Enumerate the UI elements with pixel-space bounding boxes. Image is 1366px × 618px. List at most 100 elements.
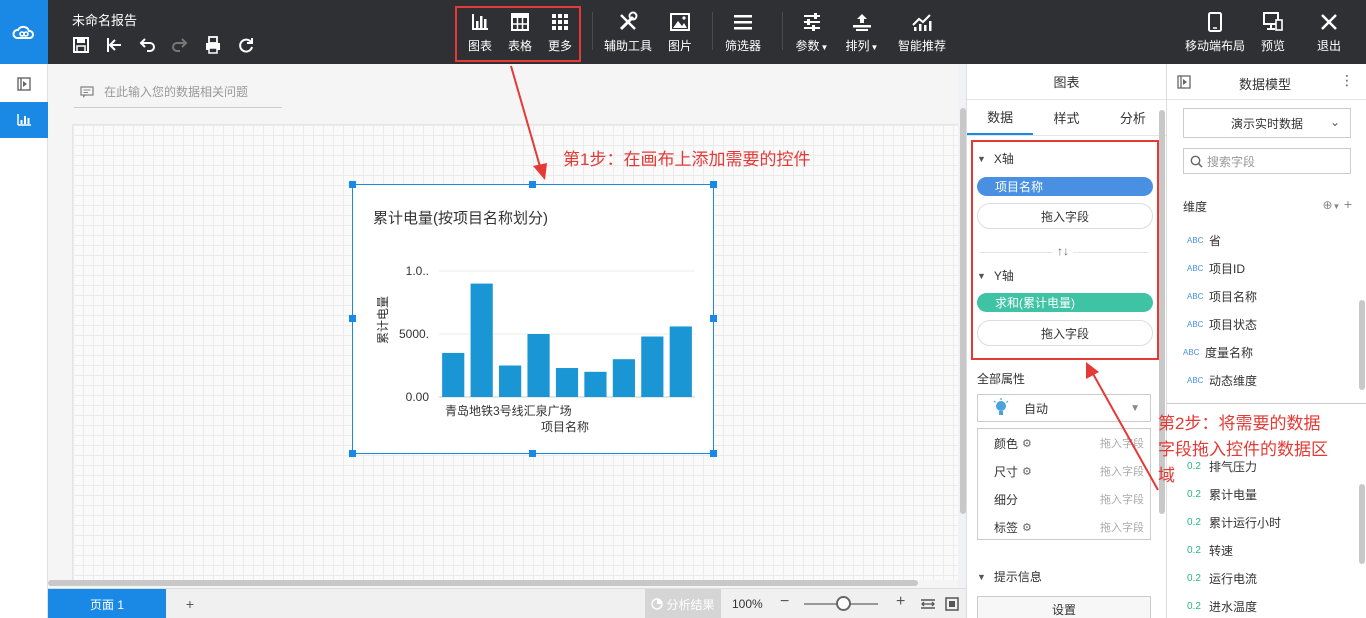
- add-icon[interactable]: +: [1344, 196, 1352, 212]
- bar: [555, 368, 579, 397]
- detail-drop-row[interactable]: 细分 拖入字段: [978, 485, 1152, 513]
- page-tab-1[interactable]: 页面 1: [48, 589, 166, 618]
- x-tick-label: 青岛地铁3号线汇泉广场: [445, 403, 572, 418]
- chevron-down-icon: ▼: [977, 270, 986, 281]
- resize-handle[interactable]: [710, 315, 717, 322]
- insert-more-button[interactable]: 更多: [546, 10, 574, 56]
- analysis-result-button[interactable]: 分析结果: [645, 589, 721, 618]
- field-item[interactable]: ABC 项目状态: [1187, 314, 1257, 334]
- resize-handle[interactable]: [710, 450, 717, 457]
- toolbar-separator: [592, 12, 593, 50]
- app-logo[interactable]: [0, 0, 48, 64]
- mobile-layout-button[interactable]: 移动端布局: [1184, 10, 1246, 56]
- field-item[interactable]: ABC 项目ID: [1187, 258, 1245, 278]
- gear-icon[interactable]: ⚙: [1022, 521, 1032, 534]
- zoom-in-button[interactable]: +: [896, 593, 905, 611]
- charts-sidebar-button[interactable]: [0, 102, 48, 138]
- panel-splitter[interactable]: [1167, 403, 1366, 404]
- refresh-icon[interactable]: [235, 34, 257, 56]
- resize-handle[interactable]: [529, 450, 536, 457]
- y-tick-label: 0.00: [406, 390, 430, 404]
- dataset-select[interactable]: 演示实时数据 ⌄: [1183, 108, 1351, 138]
- horizontal-scrollbar[interactable]: [48, 580, 918, 586]
- print-icon[interactable]: [202, 34, 224, 56]
- exit-button[interactable]: 退出: [1316, 10, 1342, 56]
- insert-table-button[interactable]: 表格: [506, 10, 534, 56]
- x-axis-drop-zone[interactable]: 拖入字段: [977, 203, 1153, 229]
- toggle-panel-button[interactable]: [0, 66, 48, 102]
- resize-handle[interactable]: [529, 181, 536, 188]
- mark-type-select[interactable]: 自动 ▼: [977, 394, 1151, 422]
- zoom-slider-handle[interactable]: [836, 596, 851, 611]
- page-bar: 页面 1 + 分析结果 100% − +: [48, 588, 966, 618]
- x-axis-section[interactable]: ▼ X轴: [977, 150, 1014, 167]
- field-item[interactable]: 0.2 转速: [1187, 540, 1233, 560]
- y-axis-section[interactable]: ▼ Y轴: [977, 267, 1014, 284]
- smart-recommend-button[interactable]: 智能推荐: [897, 10, 947, 56]
- dimension-tools[interactable]: ⊕▼ +: [1322, 196, 1352, 212]
- chart-widget[interactable]: 累计电量(按项目名称划分) 0.00 5000. 1.0.. 青岛地铁3号线汇泉广场项…: [352, 184, 714, 454]
- resize-handle[interactable]: [349, 450, 356, 457]
- resize-handle[interactable]: [349, 315, 356, 322]
- bar: [669, 326, 692, 397]
- tab-analysis[interactable]: 分析: [1100, 100, 1166, 135]
- tab-data[interactable]: 数据: [967, 100, 1034, 135]
- zoom-out-button[interactable]: −: [780, 593, 789, 611]
- fit-width-icon[interactable]: [920, 596, 936, 612]
- message-icon: [80, 85, 94, 98]
- data-model-title: 数据模型: [1239, 77, 1292, 92]
- panel-toggle-icon: [17, 77, 31, 91]
- bar: [584, 371, 607, 397]
- field-item[interactable]: ABC 动态维度: [1187, 370, 1257, 390]
- gear-icon[interactable]: ⚙: [1022, 437, 1032, 450]
- report-title[interactable]: 未命名报告: [72, 10, 137, 29]
- field-item[interactable]: 0.2 进水温度: [1187, 596, 1257, 616]
- resize-handle[interactable]: [710, 181, 717, 188]
- close-icon: [1320, 10, 1338, 34]
- undo-icon[interactable]: [136, 34, 158, 56]
- x-axis-label: 项目名称: [541, 419, 589, 434]
- label-drop-row[interactable]: 标签 ⚙ 拖入字段: [978, 513, 1152, 541]
- grid-icon: [551, 10, 569, 34]
- preview-button[interactable]: 预览: [1260, 10, 1286, 56]
- y-axis-drop-zone[interactable]: 拖入字段: [977, 320, 1153, 346]
- globe-icon[interactable]: ⊕: [1322, 198, 1332, 212]
- x-axis-field-pill[interactable]: 项目名称: [977, 177, 1153, 196]
- field-search-input[interactable]: 搜索字段: [1183, 148, 1351, 174]
- field-item[interactable]: ABC 度量名称: [1183, 342, 1253, 362]
- filter-button[interactable]: 筛选器: [724, 10, 762, 56]
- tooltip-section[interactable]: ▼ 提示信息: [977, 568, 1042, 585]
- more-options-icon[interactable]: ⋮: [1340, 72, 1354, 89]
- tools-icon: [617, 10, 639, 34]
- chevron-down-icon: ▼: [1130, 402, 1140, 414]
- chevron-down-icon[interactable]: ▼: [1333, 202, 1341, 211]
- dimension-scrollbar[interactable]: [1359, 300, 1365, 390]
- save-icon[interactable]: [70, 34, 92, 56]
- field-item[interactable]: 0.2 运行电流: [1187, 568, 1257, 588]
- image-button[interactable]: 图片: [666, 10, 694, 56]
- file-tools: [70, 34, 257, 56]
- redo-icon[interactable]: [169, 34, 191, 56]
- assist-tools-button[interactable]: 辅助工具: [603, 10, 653, 56]
- exit-edit-icon[interactable]: [103, 34, 125, 56]
- add-page-button[interactable]: +: [178, 589, 202, 618]
- question-input[interactable]: 在此输入您的数据相关问题: [74, 76, 282, 108]
- params-button[interactable]: 参数▼: [794, 10, 830, 56]
- resize-handle[interactable]: [349, 181, 356, 188]
- insert-chart-button[interactable]: 图表: [466, 10, 494, 56]
- gear-icon[interactable]: ⚙: [1022, 465, 1032, 478]
- y-axis-field-pill[interactable]: 求和(累计电量): [977, 293, 1153, 312]
- field-item[interactable]: 0.2 累计运行小时: [1187, 512, 1281, 532]
- tab-style[interactable]: 样式: [1033, 100, 1099, 135]
- fit-screen-icon[interactable]: [944, 596, 960, 612]
- field-item[interactable]: ABC 项目名称: [1187, 286, 1257, 306]
- collapse-panel-icon[interactable]: [1177, 75, 1191, 89]
- tooltip-settings-button[interactable]: 设置: [977, 596, 1151, 618]
- field-item[interactable]: ABC 省: [1187, 230, 1221, 250]
- swap-axes-button[interactable]: ↑↓: [1053, 244, 1073, 258]
- top-toolbar: 未命名报告 图表 表格 更多 辅助工具 图片 筛选器 参数▼ 排列▼ 智能推荐 …: [0, 0, 1366, 64]
- arrange-button[interactable]: 排列▼: [844, 10, 880, 56]
- measure-scrollbar[interactable]: [1359, 484, 1365, 564]
- size-drop-row[interactable]: 尺寸 ⚙ 拖入字段: [978, 457, 1152, 485]
- color-drop-row[interactable]: 颜色 ⚙ 拖入字段: [978, 429, 1152, 457]
